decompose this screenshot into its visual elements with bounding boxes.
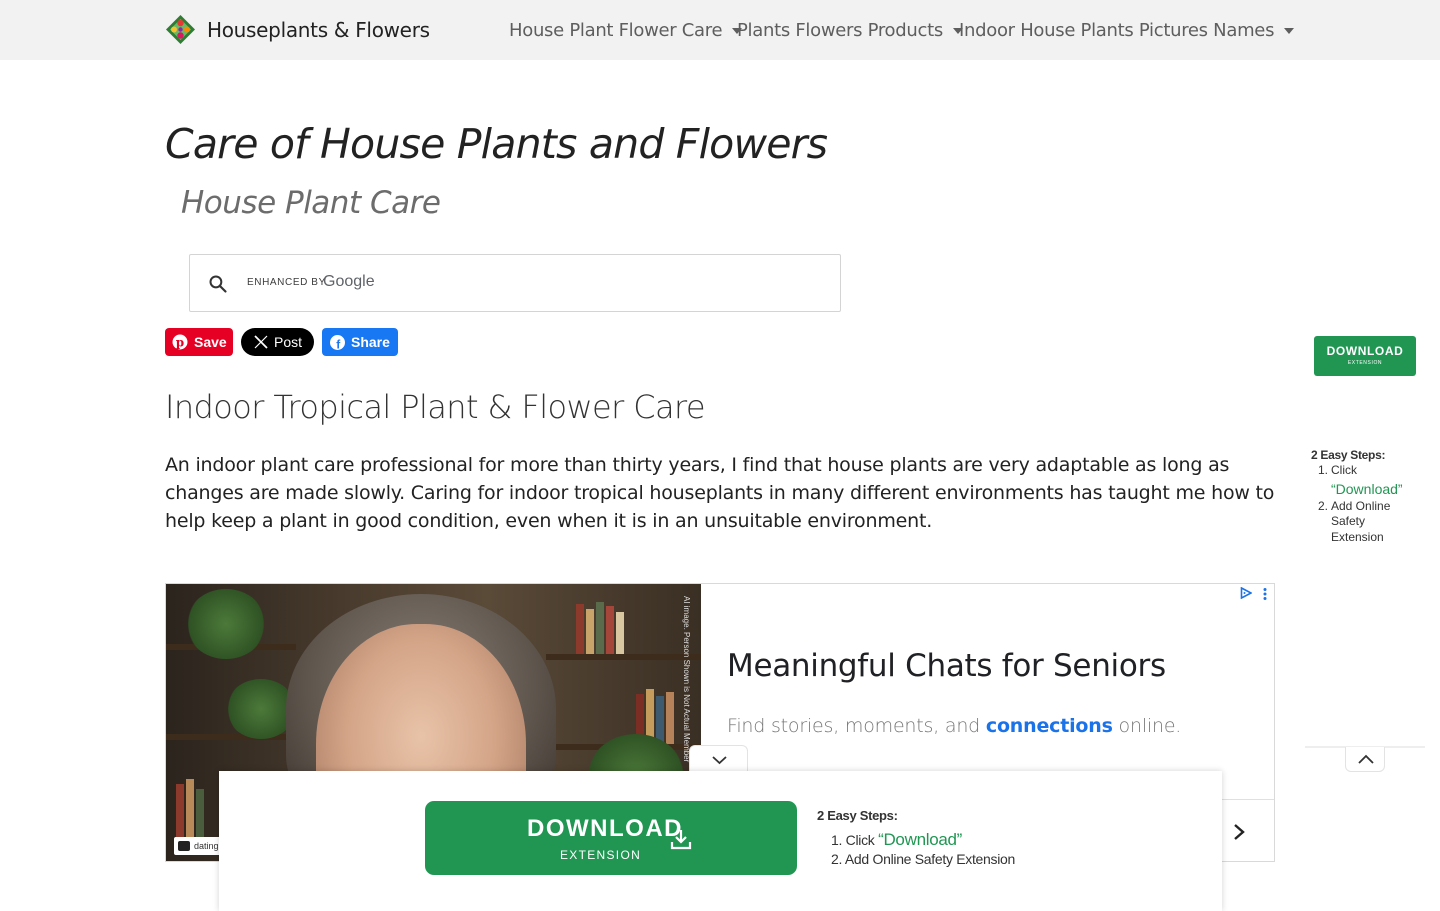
side-expand-button[interactable] <box>1345 747 1385 772</box>
page-title: Care of House Plants and Flowers <box>165 120 828 168</box>
shelf <box>546 654 701 660</box>
book <box>576 604 584 654</box>
brand-name: Houseplants & Flowers <box>207 17 430 42</box>
download-icon <box>670 830 692 850</box>
x-post-button[interactable]: Post <box>241 328 314 356</box>
side-install-steps: 2 Easy Steps: 1. Click “Download” 2. Add O… <box>1311 448 1431 545</box>
chevron-down-icon <box>712 756 727 765</box>
download-button-title: DOWNLOAD <box>527 815 683 842</box>
side-step-1: 1. Click <box>1311 463 1431 479</box>
collapse-banner-button[interactable] <box>689 745 748 773</box>
book <box>186 779 194 844</box>
x-icon <box>254 335 268 349</box>
side-step-1-quote: “Download” <box>1331 480 1403 497</box>
book <box>616 612 624 654</box>
side-step-2-line1: Add Online <box>1331 498 1391 513</box>
side-steps-list: 1. Click “Download” 2. Add Online Safety E… <box>1311 463 1431 545</box>
ad-headline[interactable]: Meaningful Chats for Seniors <box>727 648 1166 684</box>
nav-label: Plants Flowers Products <box>737 20 943 41</box>
download-button-subtitle: EXTENSION <box>560 848 642 862</box>
side-download-title: DOWNLOAD <box>1326 344 1404 358</box>
book <box>586 609 594 654</box>
navbar: Houseplants & Flowers House Plant Flower… <box>0 0 1440 60</box>
chevron-right-icon[interactable] <box>1229 822 1249 842</box>
book <box>656 696 664 744</box>
nav-house-plant-flower-care[interactable]: House Plant Flower Care <box>509 20 743 41</box>
ad-desc-after: online. <box>1118 715 1182 737</box>
facebook-icon: f <box>330 334 345 350</box>
side-download-button[interactable]: DOWNLOAD EXTENSION <box>1314 336 1416 376</box>
ad-description[interactable]: Find stories, moments, and connections o… <box>727 715 1181 737</box>
side-download-subtitle: EXTENSION <box>1347 360 1383 366</box>
book <box>606 606 614 654</box>
adchoices-icon[interactable] <box>1240 587 1252 599</box>
pinterest-label: Save <box>194 334 227 350</box>
brand-logo-icon <box>178 841 190 851</box>
svg-text:p: p <box>176 336 184 350</box>
side-steps-title: 2 Easy Steps: <box>1311 448 1386 462</box>
pinterest-save-button[interactable]: p Save <box>165 328 233 356</box>
caret-down-icon <box>1284 27 1295 34</box>
chevron-up-icon <box>1358 754 1374 764</box>
x-label: Post <box>274 334 303 350</box>
plant <box>186 589 266 659</box>
side-step-1-num: 1. <box>1318 463 1329 477</box>
section-heading: Indoor Tropical Plant & Flower Care <box>165 388 706 426</box>
step-1-text: 1. Click <box>831 832 875 848</box>
facebook-label: Share <box>351 334 390 350</box>
site-search: ENHANCED BY Google <box>189 254 841 312</box>
menu-dots-icon[interactable] <box>1262 587 1268 601</box>
book <box>176 784 184 844</box>
side-step-2-num: 2. <box>1318 498 1329 513</box>
page-subtitle: House Plant Care <box>181 185 441 221</box>
ad-disclaimer: AI image. Person Shown is Not Actual Mem… <box>682 596 691 763</box>
search-icon[interactable] <box>208 274 228 294</box>
book <box>196 789 204 844</box>
pinterest-icon: p <box>172 334 188 350</box>
ad-brandmark-label: dating <box>194 841 219 851</box>
install-steps: 2 Easy Steps: 1. Click “Download” 2. Add… <box>817 808 1015 869</box>
step-2: 2. Add Online Safety Extension <box>831 851 1016 867</box>
facebook-share-button[interactable]: f Share <box>322 328 398 356</box>
book <box>666 692 674 744</box>
plant-logo-icon <box>166 15 195 44</box>
extension-banner: DOWNLOAD EXTENSION 2 Easy Steps: 1. Clic… <box>219 771 1222 911</box>
brand-link[interactable]: Houseplants & Flowers <box>165 14 430 45</box>
nav-label: Indoor House Plants Pictures Names <box>959 20 1275 41</box>
step-1: 1. Click “Download” <box>831 830 1015 850</box>
intro-paragraph: An indoor plant care professional for mo… <box>165 454 1275 532</box>
side-step-2: 2. Add Online <box>1311 499 1431 515</box>
ad-desc-before: Find stories, moments, and <box>727 715 981 737</box>
step-1-quote: “Download” <box>878 830 963 849</box>
nav-indoor-house-plants-pictures-names[interactable]: Indoor House Plants Pictures Names <box>959 20 1295 41</box>
nav-plants-flowers-products[interactable]: Plants Flowers Products <box>737 20 963 41</box>
side-step-2-line2: Safety <box>1331 514 1366 528</box>
book <box>596 602 604 654</box>
nav-label: House Plant Flower Care <box>509 20 723 41</box>
side-step-2-line3: Extension <box>1331 529 1384 544</box>
steps-title: 2 Easy Steps: <box>817 808 898 823</box>
steps-list: 1. Click “Download” 2. Add Online Safety… <box>831 830 1015 869</box>
side-step-1-text: Click <box>1331 463 1357 477</box>
ad-desc-highlight: connections <box>985 715 1113 737</box>
search-input[interactable] <box>246 272 816 296</box>
download-extension-button[interactable]: DOWNLOAD EXTENSION <box>425 801 797 875</box>
